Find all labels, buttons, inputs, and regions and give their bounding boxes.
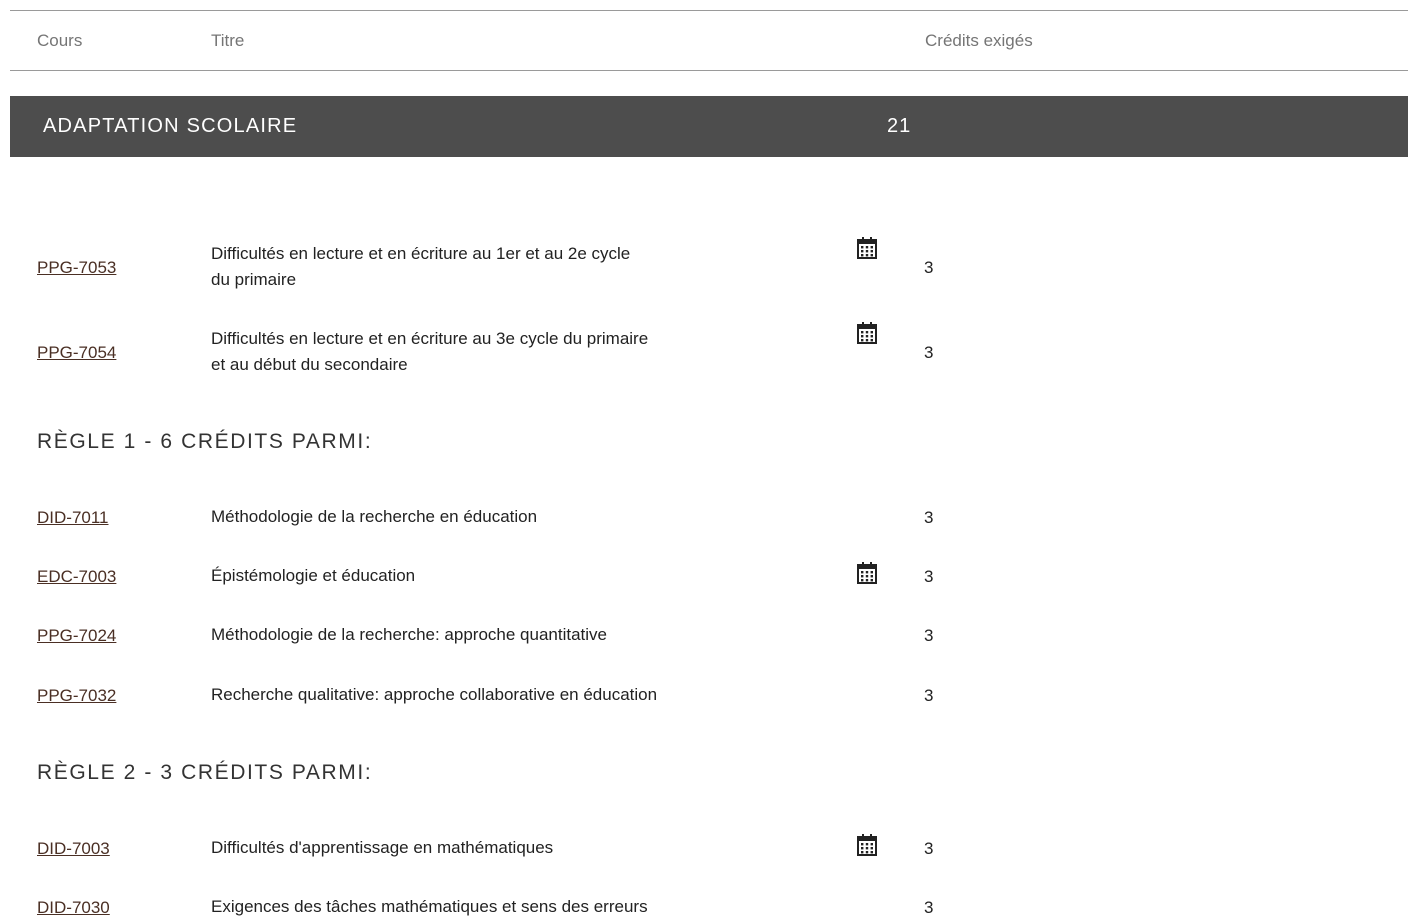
course-code-link[interactable]: PPG-7053 <box>37 258 116 278</box>
course-title: Difficultés d'apprentissage en mathémati… <box>211 838 554 857</box>
course-title: Exigences des tâches mathématiques et se… <box>211 897 648 916</box>
rule-heading: RÈGLE 1 - 6 CRÉDITS PARMI: <box>37 430 373 453</box>
program-course-list: Cours Titre Crédits exigés ADAPTATION SC… <box>0 0 1408 917</box>
course-title-line: Difficultés en lecture et en écriture au… <box>211 329 649 348</box>
column-header-course: Cours <box>37 31 83 50</box>
course-title: Difficultés en lecture et en écriture au… <box>211 326 771 378</box>
course-code-link[interactable]: DID-7011 <box>37 508 109 528</box>
calendar-icon[interactable] <box>855 833 879 857</box>
course-title: Recherche qualitative: approche collabor… <box>211 685 658 704</box>
course-title: Épistémologie et éducation <box>211 566 416 585</box>
course-code-link[interactable]: PPG-7032 <box>37 686 116 706</box>
course-code-link[interactable]: PPG-7024 <box>37 626 116 646</box>
course-credits: 3 <box>924 686 934 705</box>
column-header-credits: Crédits exigés <box>925 31 1033 50</box>
course-code-link[interactable]: DID-7030 <box>37 898 110 917</box>
table-header: Cours Titre Crédits exigés <box>10 10 1408 71</box>
course-code-link[interactable]: EDC-7003 <box>37 567 116 587</box>
rule-heading: RÈGLE 2 - 3 CRÉDITS PARMI: <box>37 761 373 784</box>
calendar-icon[interactable] <box>855 561 879 585</box>
column-header-title: Titre <box>211 31 245 50</box>
course-credits: 3 <box>924 567 934 586</box>
course-title: Difficultés en lecture et en écriture au… <box>211 241 771 293</box>
course-credits: 3 <box>924 508 934 527</box>
course-title-line: Difficultés en lecture et en écriture au… <box>211 244 631 263</box>
section-title: ADAPTATION SCOLAIRE <box>43 115 298 137</box>
course-code-link[interactable]: DID-7003 <box>37 839 110 859</box>
course-credits: 3 <box>924 343 934 362</box>
course-title: Méthodologie de la recherche en éducatio… <box>211 507 538 526</box>
course-title-line: du primaire <box>211 270 297 289</box>
section-credits: 21 <box>887 115 912 137</box>
course-title-line: et au début du secondaire <box>211 355 408 374</box>
calendar-icon[interactable] <box>855 236 879 260</box>
course-code-link[interactable]: PPG-7054 <box>37 343 116 363</box>
course-credits: 3 <box>924 626 934 645</box>
section-header: ADAPTATION SCOLAIRE 21 <box>10 96 1408 157</box>
course-title: Méthodologie de la recherche: approche q… <box>211 625 607 644</box>
course-credits: 3 <box>924 839 934 858</box>
course-credits: 3 <box>924 898 934 917</box>
course-credits: 3 <box>924 258 934 277</box>
calendar-icon[interactable] <box>855 321 879 345</box>
